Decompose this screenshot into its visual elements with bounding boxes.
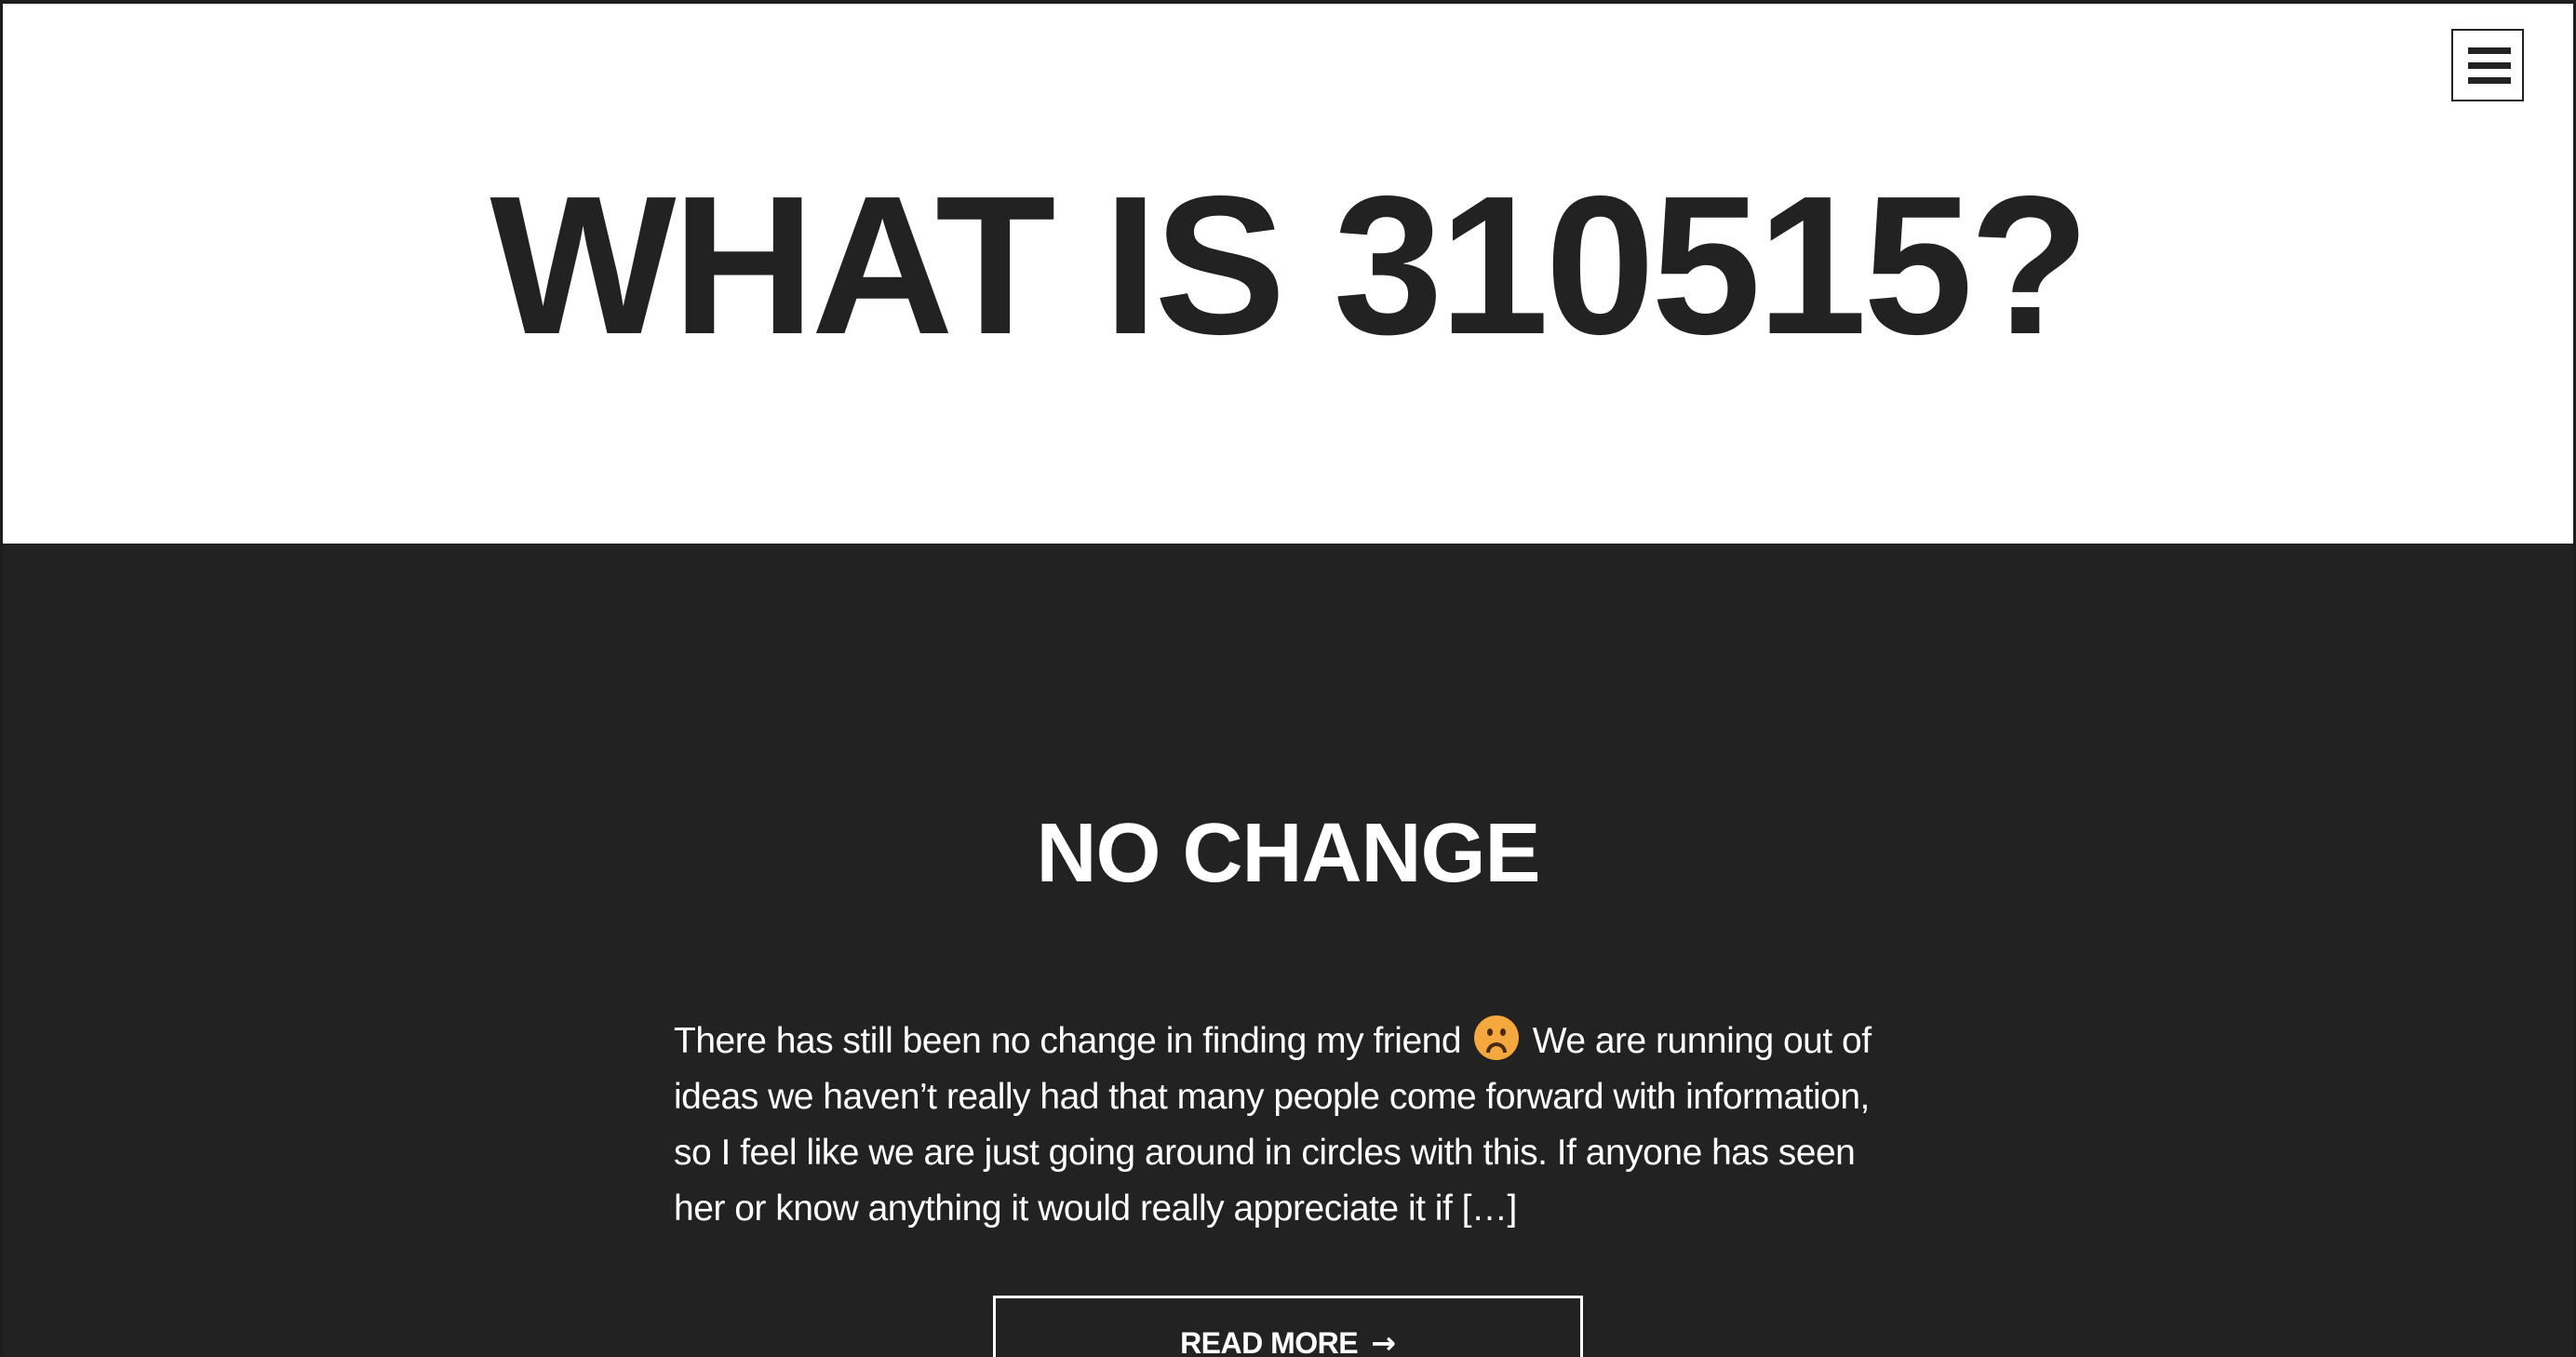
read-more-button[interactable]: READ MORE → bbox=[993, 1296, 1583, 1357]
site-header: WHAT IS 310515? bbox=[0, 0, 2576, 544]
menu-button[interactable] bbox=[2451, 29, 2524, 101]
right-arrow-icon: → bbox=[1371, 1325, 1396, 1357]
excerpt-text-start: There has still been no change in findin… bbox=[674, 1021, 1462, 1061]
frowning-face-icon bbox=[1474, 1015, 1520, 1060]
site-title[interactable]: WHAT IS 310515? bbox=[0, 158, 2576, 372]
top-border bbox=[0, 0, 2576, 4]
post-excerpt: There has still been no change in findin… bbox=[674, 1014, 1912, 1237]
read-more-label: READ MORE bbox=[1180, 1326, 1359, 1357]
page: WHAT IS 310515? NO CHANGE There has stil… bbox=[0, 0, 2576, 1357]
left-border bbox=[0, 0, 3, 1357]
post-section: NO CHANGE There has still been no change… bbox=[0, 544, 2576, 1357]
post-title[interactable]: NO CHANGE bbox=[0, 802, 2576, 905]
